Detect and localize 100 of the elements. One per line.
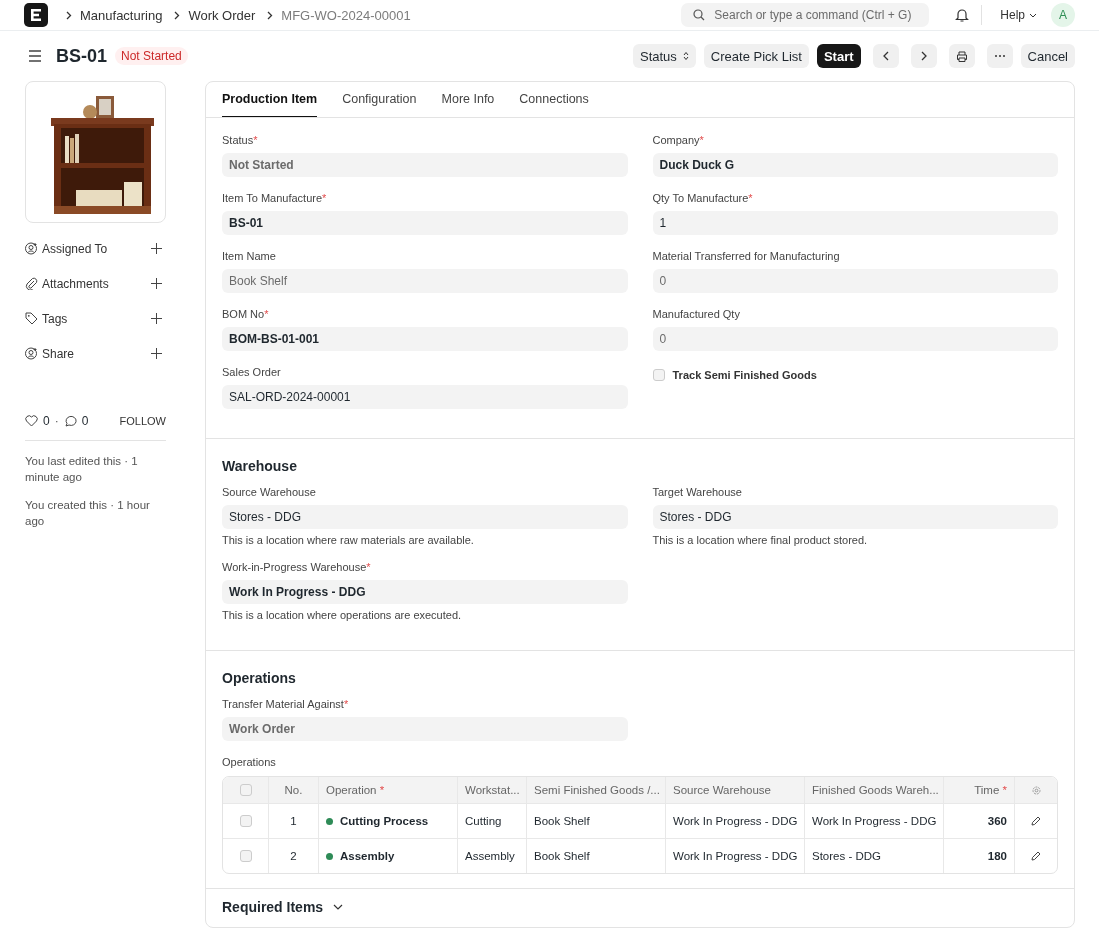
chevron-right-icon <box>267 10 274 20</box>
add-icon[interactable] <box>151 313 162 324</box>
like-count: 0 <box>43 414 50 428</box>
table-cell: Assembly <box>458 839 527 873</box>
edit-icon[interactable] <box>1031 851 1041 861</box>
field-label: Source Warehouse <box>222 486 317 498</box>
select-all-checkbox[interactable] <box>239 784 252 796</box>
field-label: Material Transferred for Manufacturing <box>652 250 841 262</box>
status-dropdown-button[interactable]: Status <box>633 44 696 68</box>
sidebar-link[interactable]: Share <box>42 346 75 361</box>
search-field[interactable]: Search or type a command (Ctrl + G) <box>681 3 930 27</box>
chevron-down-icon[interactable] <box>333 904 344 910</box>
user-avatar[interactable]: A <box>1051 3 1075 27</box>
input-field[interactable]: Not Started <box>222 153 628 177</box>
tag-icon <box>25 312 38 325</box>
section-title[interactable]: Required Items <box>222 899 324 915</box>
field-description: This is a location where final product stored. <box>652 534 869 546</box>
field-description: This is a location where operations are executed. <box>222 609 463 621</box>
heart-icon[interactable] <box>25 415 38 427</box>
column-header: Finished Goods Wareh... <box>805 777 944 803</box>
chevron-right-icon <box>920 51 927 61</box>
field-label: BOM No* <box>222 308 270 320</box>
input-field[interactable]: Book Shelf <box>222 269 628 293</box>
field-label: Status* <box>222 134 259 146</box>
input-field[interactable]: 0 <box>652 269 1058 293</box>
sort-caret-icon <box>682 51 689 61</box>
column-header: Semi Finished Goods /... <box>527 777 666 803</box>
input-field[interactable]: Stores - DDG <box>652 505 1058 529</box>
field-label: Item Name <box>222 250 277 262</box>
menu-icon[interactable] <box>28 50 42 62</box>
table-label: Operations <box>222 756 277 768</box>
column-header: Operation * <box>319 777 458 803</box>
comment-count: 0 <box>81 414 89 428</box>
print-button[interactable] <box>948 44 975 68</box>
field-description: This is a location where raw materials are available. <box>222 534 475 546</box>
paperclip-icon <box>25 277 38 290</box>
app-logo-icon[interactable] <box>24 3 48 27</box>
separator-dot: · <box>54 414 59 428</box>
input-field[interactable]: 0 <box>652 327 1058 351</box>
tab[interactable]: Configuration <box>342 82 417 117</box>
section-title: Warehouse <box>222 458 298 474</box>
chevron-right-icon <box>174 10 181 20</box>
action-button[interactable]: Create Pick List <box>703 44 809 68</box>
checkbox[interactable] <box>652 369 665 381</box>
notification-bell-icon[interactable] <box>955 7 970 23</box>
field-label: Work-in-Progress Warehouse* <box>222 561 372 573</box>
field-label: Manufactured Qty <box>652 308 741 320</box>
column-header: Time * <box>944 777 1015 803</box>
table-cell: Assembly <box>340 850 395 862</box>
table-cell: 360 <box>944 804 1015 838</box>
add-icon[interactable] <box>151 243 162 254</box>
input-field[interactable]: Stores - DDG <box>222 505 628 529</box>
row-checkbox[interactable] <box>239 815 252 827</box>
tab[interactable]: Connections <box>519 82 589 117</box>
table-cell: Work In Progress - DDG <box>805 804 944 838</box>
input-field[interactable]: Work In Progress - DDG <box>222 580 628 604</box>
status-badge: Not Started <box>115 47 188 65</box>
input-field[interactable]: Duck Duck G <box>652 153 1058 177</box>
previous-button[interactable] <box>872 44 899 68</box>
sidebar-link[interactable]: Attachments <box>42 276 109 291</box>
breadcrumb-link[interactable]: Manufacturing <box>80 7 163 23</box>
tab[interactable]: More Info <box>441 82 495 117</box>
table-cell: Stores - DDG <box>805 839 944 873</box>
section-title: Operations <box>222 670 297 686</box>
table-cell: Book Shelf <box>527 839 666 873</box>
column-header: No. <box>269 777 319 803</box>
edit-icon[interactable] <box>1031 816 1041 826</box>
follow-link[interactable]: FOLLOW <box>119 415 166 427</box>
field-label: Sales Order <box>222 366 282 378</box>
input-field[interactable]: BS-01 <box>222 211 628 235</box>
field-label: Company* <box>652 134 705 146</box>
table-cell: Book Shelf <box>527 804 666 838</box>
add-icon[interactable] <box>151 278 162 289</box>
caret-icon <box>1029 12 1037 18</box>
chevron-left-icon <box>882 51 889 61</box>
table-cell: 1 <box>269 804 319 838</box>
input-field[interactable]: BOM-BS-01-001 <box>222 327 628 351</box>
add-icon[interactable] <box>151 348 162 359</box>
table-cell: Cutting <box>458 804 527 838</box>
table-cell: Cutting Process <box>340 815 429 827</box>
action-button[interactable]: Cancel <box>1020 44 1075 68</box>
breadcrumb-link[interactable]: Work Order <box>188 7 256 23</box>
page-title: BS-01 <box>56 45 108 67</box>
input-field[interactable]: 1 <box>652 211 1058 235</box>
start-button[interactable]: Start <box>816 44 861 68</box>
checkbox-label: Track Semi Finished Goods <box>672 369 817 381</box>
sidebar-link[interactable]: Tags <box>42 311 68 326</box>
field-label: Target Warehouse <box>652 486 743 498</box>
table-cell: Work In Progress - DDG <box>666 804 805 838</box>
tab[interactable]: Production Item <box>222 82 318 117</box>
activity-text: You last edited this · 1 minute ago <box>25 454 139 485</box>
input-field[interactable]: Work Order <box>222 717 628 741</box>
row-checkbox[interactable] <box>239 850 252 862</box>
comment-icon <box>63 415 77 427</box>
breadcrumb-link[interactable]: MFG-WO-2024-00001 <box>281 7 411 23</box>
next-button[interactable] <box>910 44 937 68</box>
help-menu-button[interactable]: Help <box>994 7 1043 23</box>
sidebar-link[interactable]: Assigned To <box>42 241 108 256</box>
input-field[interactable]: SAL-ORD-2024-00001 <box>222 385 628 409</box>
field-label: Transfer Material Against* <box>222 698 350 710</box>
